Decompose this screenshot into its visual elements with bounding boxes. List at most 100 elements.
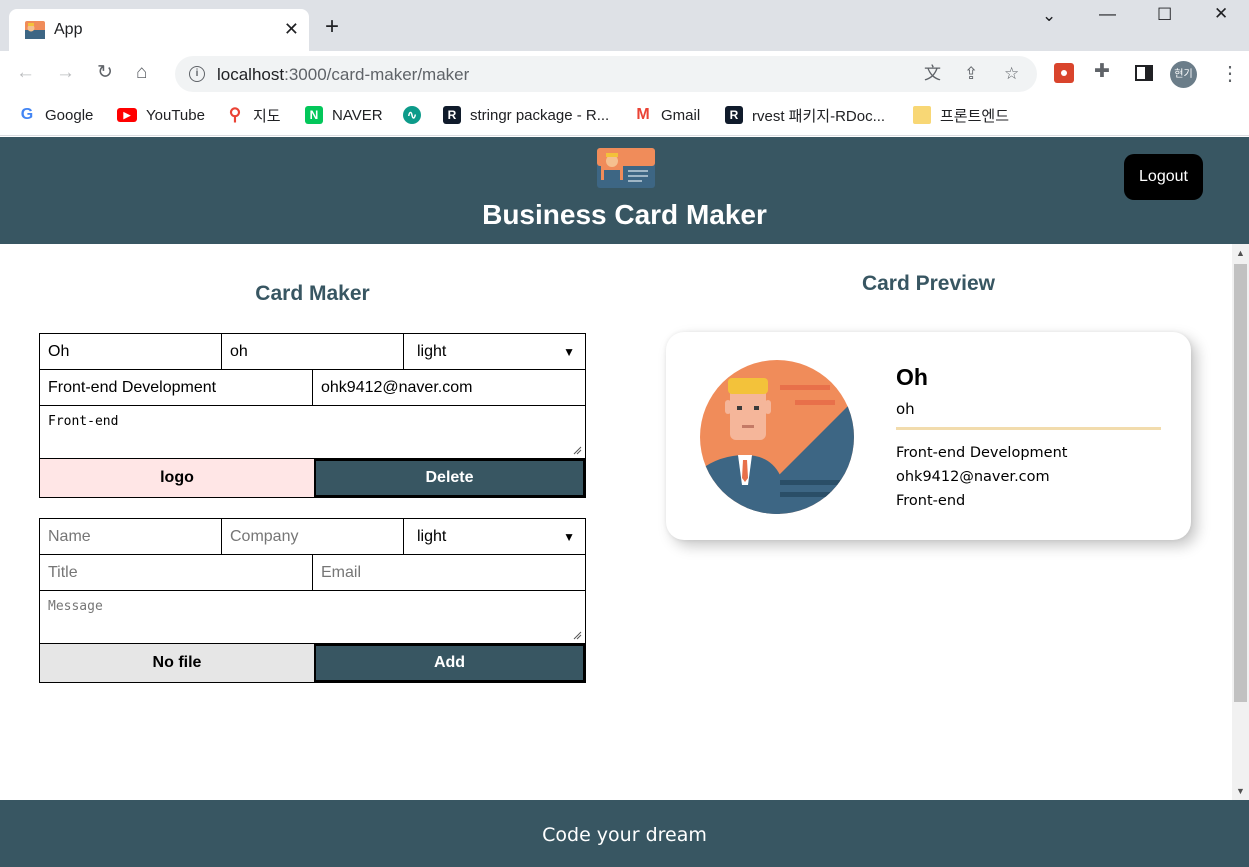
card-message: Front-end [896,493,966,509]
logo-file-button[interactable]: logo [40,459,314,497]
card-preview-title: Card Preview [861,272,996,295]
bookmark-youtube[interactable]: ▶ YouTube [117,105,205,125]
theme-select[interactable]: light ▼ [404,334,585,369]
title-input[interactable] [40,555,313,590]
rdocumentation-icon: R [725,106,743,124]
message-text: Front-end [48,414,119,429]
tab-title: App [54,21,83,38]
message-textarea[interactable]: Front-end [40,406,585,458]
tab-strip: App ✕ + ⌄ — ☐ ✕ [0,0,1249,51]
card-maker-title: Card Maker [255,282,370,305]
chevron-down-icon: ▼ [563,529,575,544]
theme-select-value: light [417,527,447,545]
theme-select-value: light [417,342,447,360]
avatar [700,360,854,514]
no-file-button[interactable]: No file [40,644,314,682]
app-footer: Code your dream [0,800,1249,867]
email-input[interactable]: ohk9412@naver.com [313,370,585,405]
bookmark-gmail[interactable]: M Gmail [634,105,700,125]
bookmark-extension[interactable]: ∿ [403,105,430,125]
scroll-up-arrow-icon[interactable]: ▲ [1236,248,1245,258]
form-row-2: Front-end Development ohk9412@naver.com [40,370,585,406]
app-header: Business Card Maker Logout [0,137,1249,244]
add-button[interactable]: Add [314,644,585,682]
extensions-puzzle-icon[interactable]: ✚ [1094,62,1110,82]
message-placeholder: Message [48,599,103,614]
reload-icon[interactable]: ↻ [97,63,113,83]
name-input[interactable] [40,519,222,554]
back-icon[interactable]: ← [16,63,35,83]
page-scrollbar[interactable]: ▲ ▼ [1232,244,1249,800]
theme-select[interactable]: light ▼ [404,519,585,554]
email-input[interactable] [313,555,585,590]
tab-search-chevron-icon[interactable]: ⌄ [1042,6,1056,26]
browser-toolbar: ← → ↻ ⌂ i localhost:3000/card-maker/make… [0,51,1249,96]
bookmark-google[interactable]: G Google [18,105,94,125]
scroll-thumb[interactable] [1234,264,1247,702]
window-close-icon[interactable]: ✕ [1214,4,1228,24]
card-company: oh [896,400,915,418]
bookmark-star-icon[interactable]: ☆ [1004,64,1019,84]
menu-kebab-icon[interactable]: ⋮ [1220,61,1240,86]
home-icon[interactable]: ⌂ [136,63,147,83]
maximize-icon[interactable]: ☐ [1157,5,1172,25]
profile-avatar[interactable]: 현기 [1170,61,1197,88]
bookmark-folder[interactable]: 프론트엔드 [913,105,1009,125]
app-favicon-icon [25,21,45,39]
title-input[interactable]: Front-end Development [40,370,313,405]
side-panel-icon[interactable] [1134,63,1154,83]
card-info: Oh oh Front-end Development ohk9412@nave… [896,364,1161,513]
card-add-form: light ▼ Message No file Add [39,518,586,683]
preview-card: Oh oh Front-end Development ohk9412@nave… [666,332,1191,540]
add-row-1: light ▼ [40,519,585,555]
message-textarea[interactable]: Message [40,591,585,643]
form-row-3: Front-end [40,406,585,459]
company-input[interactable] [222,519,404,554]
bookmark-naver[interactable]: N NAVER [305,105,383,125]
add-row-buttons: No file Add [40,644,585,682]
app-title: Business Card Maker [482,199,767,230]
bookmark-rvest[interactable]: R rvest 패키지-RDoc... [725,105,885,125]
bookmark-stringr[interactable]: R stringr package - R... [443,105,609,125]
form-row-buttons: logo Delete [40,459,585,497]
extension-bookmark-icon: ∿ [403,106,421,124]
forward-icon[interactable]: → [56,63,75,83]
react-devtools-extension-icon[interactable] [1054,63,1074,83]
card-title: Front-end Development [896,445,1068,461]
maps-icon: ⚲ [228,105,242,124]
translate-icon[interactable]: 文 [924,64,941,84]
google-icon: G [20,106,34,123]
tab-close-icon[interactable]: ✕ [284,18,299,40]
site-info-icon[interactable]: i [189,66,205,82]
main-content: Card Maker Oh oh light ▼ Front-end Devel… [0,244,1249,800]
add-row-2 [40,555,585,591]
form-row-1: Oh oh light ▼ [40,334,585,370]
chevron-down-icon: ▼ [563,344,575,359]
resize-handle-icon[interactable] [573,446,582,455]
new-tab-icon[interactable]: + [325,15,339,39]
logout-button[interactable]: Logout [1124,154,1203,200]
resize-handle-icon[interactable] [573,631,582,640]
rdocumentation-icon: R [443,106,461,124]
bookmarks-bar: G Google ▶ YouTube ⚲ 지도 N NAVER ∿ R stri… [0,96,1249,136]
minimize-icon[interactable]: — [1099,4,1116,24]
scroll-down-arrow-icon[interactable]: ▼ [1236,786,1245,796]
bookmark-maps[interactable]: ⚲ 지도 [226,105,281,125]
company-input[interactable]: oh [222,334,404,369]
gmail-icon: M [636,106,650,123]
card-edit-form: Oh oh light ▼ Front-end Development ohk9… [39,333,586,498]
folder-icon [913,106,931,124]
name-input[interactable]: Oh [40,334,222,369]
naver-icon: N [305,106,323,124]
card-name: Oh [896,364,928,390]
business-card-logo-icon [597,148,655,188]
delete-button[interactable]: Delete [314,459,585,497]
share-icon[interactable]: ⇪ [964,64,978,84]
tab-app[interactable]: App ✕ [9,9,309,51]
youtube-icon: ▶ [117,108,137,122]
card-divider [896,427,1161,430]
card-email: ohk9412@naver.com [896,469,1050,485]
add-row-3: Message [40,591,585,644]
address-bar[interactable]: i localhost:3000/card-maker/maker 文 ⇪ ☆ [175,56,1037,92]
url-text[interactable]: localhost:3000/card-maker/maker [217,65,469,85]
